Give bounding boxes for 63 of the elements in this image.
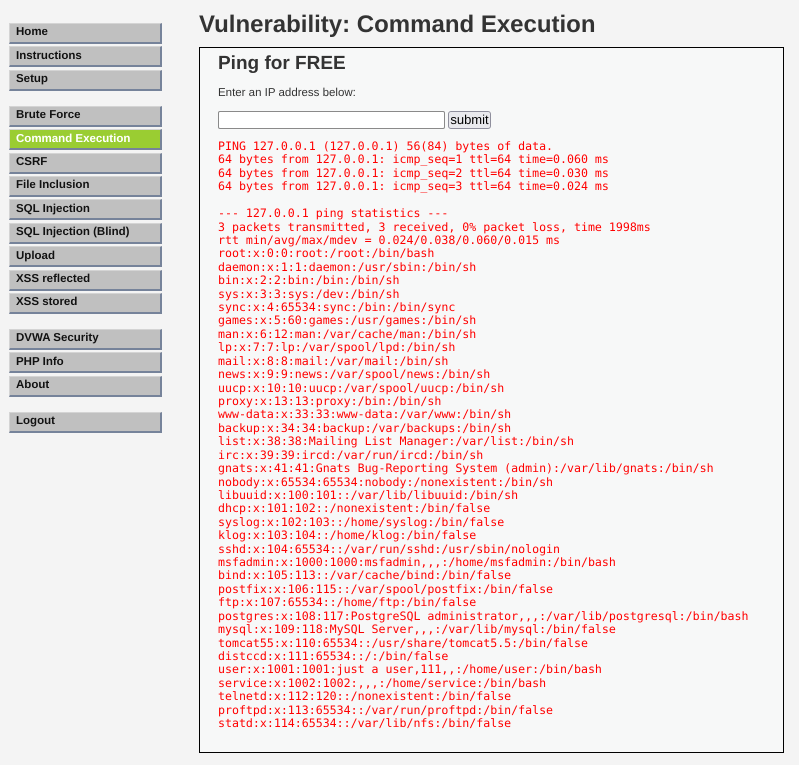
output-line: mysql:x:109:118:MySQL Server,,,:/var/lib/mysql:/bin/false [218, 623, 616, 637]
sidebar-menu-item[interactable]: Setup [9, 70, 162, 91]
output-line: klog:x:103:104::/home/klog:/bin/false [218, 529, 476, 543]
output-line: 64 bytes from 127.0.0.1: icmp_seq=1 ttl=64 time=0.060 ms [218, 153, 609, 167]
output-line: mail:x:8:8:mail:/var/mail:/bin/sh [218, 354, 448, 368]
output-line: --- 127.0.0.1 ping statistics --- [218, 207, 448, 221]
output-line: postgres:x:108:117:PostgreSQL administrator,,,:/var/lib/postgresql:/bin/bash [218, 610, 748, 624]
output-line: root:x:0:0:root:/root:/bin/bash [218, 247, 434, 261]
output-line: PING 127.0.0.1 (127.0.0.1) 56(84) bytes of data. [218, 140, 554, 154]
sidebar-menu-item[interactable]: Upload [9, 246, 162, 268]
output-line: bin:x:2:2:bin:/bin:/bin/sh [218, 274, 400, 288]
sidebar-menu-item[interactable]: About [9, 376, 162, 397]
sidebar-menu-item[interactable]: File Inclusion [9, 176, 162, 197]
output-line: syslog:x:102:103::/home/syslog:/bin/false [218, 516, 504, 530]
section-heading: Ping for FREE [218, 53, 346, 75]
output-line: ftp:x:107:65534::/home/ftp:/bin/false [218, 596, 476, 610]
submit-button[interactable]: submit [448, 111, 491, 129]
output-line: sshd:x:104:65534::/var/run/sshd:/usr/sbin/nologin [218, 542, 560, 556]
sidebar-menu-item[interactable]: DVWA Security [9, 328, 162, 350]
output-line: daemon:x:1:1:daemon:/usr/sbin:/bin/sh [218, 260, 476, 274]
sidebar-menu-item[interactable]: Logout [9, 412, 162, 433]
output-line: service:x:1002:1002:,,,:/home/service:/bin/bash [218, 676, 546, 690]
sidebar-menu-item[interactable]: PHP Info [9, 352, 162, 374]
output-line: rtt min/avg/max/mdev = 0.024/0.038/0.060/0.015 ms [218, 234, 560, 248]
output-line: sys:x:3:3:sys:/dev:/bin/sh [218, 288, 400, 302]
output-line: bind:x:105:113::/var/cache/bind:/bin/false [218, 569, 512, 583]
sidebar-menu-item[interactable]: Instructions [9, 46, 162, 68]
form-prompt: Enter an IP address below: [218, 86, 356, 100]
output-line: tomcat55:x:110:65534::/usr/share/tomcat5.5:/bin/false [218, 636, 588, 650]
sidebar-menu-item[interactable]: SQL Injection (Blind) [9, 222, 162, 244]
sidebar-menu-item[interactable]: XSS stored [9, 292, 162, 314]
output-line: 64 bytes from 127.0.0.1: icmp_seq=3 ttl=64 time=0.024 ms [218, 180, 609, 194]
ip-address-field[interactable] [218, 111, 445, 129]
output-line: 64 bytes from 127.0.0.1: icmp_seq=2 ttl=64 time=0.030 ms [218, 166, 609, 180]
output-line: irc:x:39:39:ircd:/var/run/ircd:/bin/sh [218, 448, 484, 462]
output-line: dhcp:x:101:102::/nonexistent:/bin/false [218, 502, 490, 516]
output-line: telnetd:x:112:120::/nonexistent:/bin/false [218, 690, 512, 704]
output-line: news:x:9:9:news:/var/spool/news:/bin/sh [218, 368, 490, 382]
output-line: 3 packets transmitted, 3 received, 0% packet loss, time 1998ms [218, 220, 651, 234]
output-line: www-data:x:33:33:www-data:/var/www:/bin/sh [218, 408, 512, 422]
output-line: msfadmin:x:1000:1000:msfadmin,,,:/home/msfadmin:/bin/bash [218, 556, 616, 570]
output-line: statd:x:114:65534::/var/lib/nfs:/bin/false [218, 717, 512, 731]
output-line: distccd:x:111:65534::/:/bin/false [218, 650, 448, 664]
sidebar-menu-item[interactable]: Home [9, 23, 162, 44]
output-line: gnats:x:41:41:Gnats Bug-Reporting System (admin):/var/lib/gnats:/bin/sh [218, 462, 714, 476]
output-line: man:x:6:12:man:/var/cache/man:/bin/sh [218, 328, 476, 342]
output-line: user:x:1001:1001:just a user,111,,:/home/user:/bin/bash [218, 663, 602, 677]
output-line: list:x:38:38:Mailing List Manager:/var/list:/bin/sh [218, 435, 574, 449]
sidebar-menu-item[interactable]: SQL Injection [9, 199, 162, 220]
output-line: postfix:x:106:115::/var/spool/postfix:/bin/false [218, 582, 554, 596]
sidebar-menu-item[interactable]: CSRF [9, 152, 162, 174]
output-line: libuuid:x:100:101::/var/lib/libuuid:/bin/sh [218, 488, 518, 502]
output-line: backup:x:34:34:backup:/var/backups:/bin/sh [218, 422, 512, 436]
output-line: lp:x:7:7:lp:/var/spool/lpd:/bin/sh [218, 341, 456, 355]
output-line: proftpd:x:113:65534::/var/run/proftpd:/bin/false [218, 704, 554, 718]
output-line: games:x:5:60:games:/usr/games:/bin/sh [218, 314, 476, 328]
page-title: Vulnerability: Command Execution [199, 11, 596, 39]
output-line: sync:x:4:65534:sync:/bin:/bin/sync [218, 301, 456, 314]
output-line: proxy:x:13:13:proxy:/bin:/bin/sh [218, 395, 442, 408]
sidebar-menu-item[interactable]: XSS reflected [9, 270, 162, 291]
output-line: nobody:x:65534:65534:nobody:/nonexistent:/bin/sh [218, 476, 554, 489]
output-line: uucp:x:10:10:uucp:/var/spool/uucp:/bin/sh [218, 382, 504, 395]
sidebar-menu-item[interactable]: Brute Force [9, 106, 162, 127]
